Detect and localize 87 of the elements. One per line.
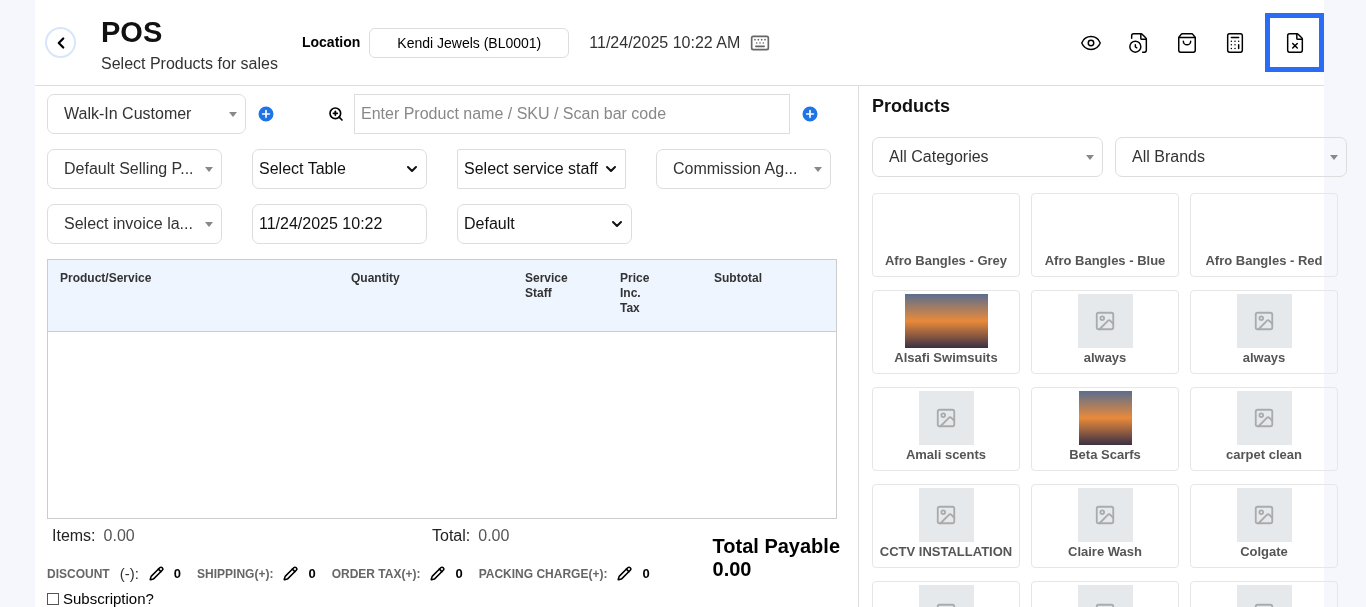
charge-value: 0 bbox=[173, 566, 182, 581]
image-icon bbox=[1094, 310, 1116, 332]
charge-label: DISCOUNT bbox=[47, 566, 110, 581]
charge-label: SHIPPING(+): bbox=[197, 566, 274, 581]
calculator-icon bbox=[1224, 31, 1246, 54]
product-card[interactable]: Afro Bangles - Red bbox=[1190, 193, 1338, 277]
charge-value: 0 bbox=[642, 566, 650, 581]
caret-icon bbox=[814, 166, 822, 172]
product-name: carpet clean bbox=[1226, 447, 1302, 462]
category-select[interactable]: All Categories bbox=[872, 137, 1103, 177]
total-amount: Total: 0.00 bbox=[432, 527, 510, 545]
product-card[interactable]: Beta Scarfs bbox=[1031, 387, 1179, 471]
image-icon bbox=[935, 504, 957, 526]
product-name: Amali scents bbox=[905, 447, 987, 462]
total-payable-label: Total Payable bbox=[712, 535, 840, 558]
select-field[interactable]: Select service staff bbox=[457, 149, 626, 189]
product-card[interactable]: Colgate bbox=[1190, 484, 1338, 568]
product-card[interactable]: Alsafi Swimsuits bbox=[872, 290, 1020, 374]
product-name: always bbox=[1242, 350, 1286, 365]
add-icon[interactable] bbox=[800, 104, 820, 124]
caret-icon bbox=[229, 111, 237, 117]
product-name: Afro Bangles - Red bbox=[1205, 253, 1323, 268]
customer-select[interactable]: Walk-In Customer bbox=[47, 94, 246, 134]
product-name: Alsafi Swimsuits bbox=[894, 350, 998, 365]
image-icon bbox=[1253, 310, 1275, 332]
select-field[interactable]: Default bbox=[457, 204, 632, 244]
back-button[interactable] bbox=[45, 27, 76, 58]
product-name: Afro Bangles - Grey bbox=[884, 253, 1008, 268]
product-name: Claire Wash bbox=[1068, 544, 1142, 559]
image-icon bbox=[1094, 504, 1116, 526]
image-icon bbox=[935, 407, 957, 429]
product-name: Afro Bangles - Blue bbox=[1044, 253, 1166, 268]
search-icon bbox=[328, 106, 344, 122]
caret-icon bbox=[205, 166, 213, 172]
product-card[interactable]: always bbox=[1031, 290, 1179, 374]
items-total: Items: 0.00 bbox=[52, 527, 136, 545]
product-card[interactable]: always bbox=[1190, 290, 1338, 374]
datetime-text: 11/24/2025 10:22 AM bbox=[589, 33, 741, 52]
subscription-checkbox[interactable] bbox=[47, 592, 59, 605]
date-input-field[interactable]: 11/24/2025 10:22 bbox=[252, 204, 427, 244]
select-field[interactable]: Commission Ag... bbox=[656, 149, 831, 189]
caret-icon bbox=[205, 221, 213, 227]
product-card[interactable]: carpet clean bbox=[1190, 387, 1338, 471]
image-icon bbox=[1253, 504, 1275, 526]
photo-placeholder bbox=[1078, 391, 1132, 445]
charge-value: 0 bbox=[455, 566, 463, 581]
caret-icon bbox=[1330, 154, 1338, 160]
location-label: Location bbox=[301, 33, 361, 50]
product-name: Beta Scarfs bbox=[1069, 447, 1141, 462]
subscription-label: Subscription? bbox=[63, 590, 154, 607]
column-header: Product/Service bbox=[60, 271, 153, 287]
document-clock-icon bbox=[1128, 31, 1150, 54]
product-card[interactable]: Afro Bangles - Blue bbox=[1031, 193, 1179, 277]
edit-icon[interactable] bbox=[148, 566, 164, 581]
product-card[interactable]: CCTV INSTALLATION bbox=[872, 484, 1020, 568]
select-field[interactable]: Default Selling P... bbox=[47, 149, 222, 189]
total-payable-value: 0.00 bbox=[712, 558, 753, 581]
product-name: always bbox=[1083, 350, 1127, 365]
edit-icon[interactable] bbox=[430, 566, 446, 581]
column-header: Service Staff bbox=[525, 271, 569, 302]
brand-select[interactable]: All Brands bbox=[1115, 137, 1347, 177]
product-card[interactable]: Afro Bangles - Grey bbox=[872, 193, 1020, 277]
select-field[interactable]: Select invoice la... bbox=[47, 204, 222, 244]
column-header: Subtotal bbox=[714, 271, 763, 287]
products-title: Products bbox=[872, 96, 951, 117]
column-header: Quantity bbox=[351, 271, 401, 287]
product-name: CCTV INSTALLATION bbox=[879, 544, 1013, 559]
column-header: Price Inc. Tax bbox=[620, 271, 651, 317]
shopping-bag-icon bbox=[1176, 31, 1198, 54]
charge-label: ORDER TAX(+): bbox=[331, 566, 421, 581]
image-icon bbox=[1253, 407, 1275, 429]
edit-icon[interactable] bbox=[283, 566, 299, 581]
caret-icon bbox=[1086, 154, 1094, 160]
location-field[interactable]: Kendi Jewels (BL0001) bbox=[369, 27, 570, 58]
page-subtitle: Select Products for sales bbox=[101, 55, 278, 73]
product-card[interactable]: Claire Wash bbox=[1031, 484, 1179, 568]
edit-icon[interactable] bbox=[617, 566, 633, 581]
product-search-field[interactable]: Enter Product name / SKU / Scan bar code bbox=[354, 94, 790, 134]
charge-label: PACKING CHARGE(+): bbox=[478, 566, 608, 581]
toolbar-button[interactable] bbox=[1265, 13, 1324, 72]
charge-sign: (-): bbox=[119, 565, 139, 582]
page-title: POS bbox=[101, 16, 164, 49]
product-name: Colgate bbox=[1240, 544, 1288, 559]
charge-value: 0 bbox=[308, 566, 316, 581]
product-card[interactable]: Amali scents bbox=[872, 387, 1020, 471]
select-field[interactable]: Select Table bbox=[252, 149, 427, 189]
add-icon[interactable] bbox=[256, 104, 276, 124]
